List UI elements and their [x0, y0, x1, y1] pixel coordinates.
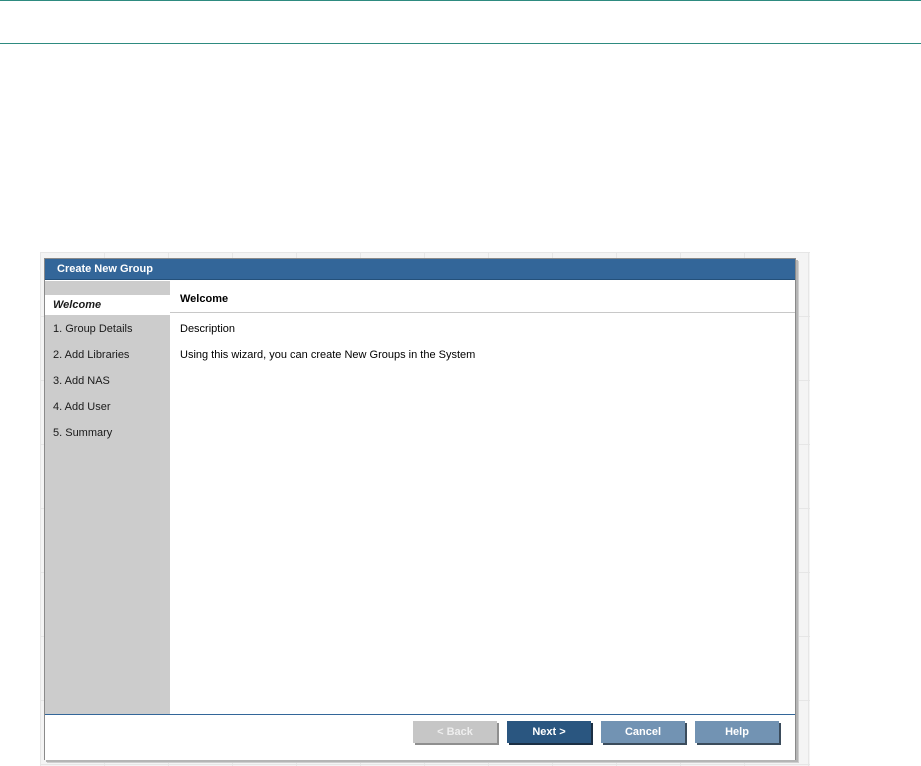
- cancel-button[interactable]: Cancel: [601, 721, 685, 743]
- step-welcome[interactable]: Welcome: [45, 295, 170, 315]
- dialog-title: Create New Group: [45, 259, 795, 280]
- header-rule: [0, 43, 921, 44]
- step-add-user[interactable]: 4. Add User: [45, 397, 170, 417]
- step-summary[interactable]: 5. Summary: [45, 423, 170, 443]
- wizard-content-panel: Welcome Description Using this wizard, y…: [170, 281, 795, 714]
- create-group-wizard-dialog: Create New Group Welcome 1. Group Detail…: [44, 258, 796, 760]
- content-divider: [170, 312, 795, 313]
- step-add-libraries[interactable]: 2. Add Libraries: [45, 345, 170, 365]
- description-text: Using this wizard, you can create New Gr…: [180, 349, 476, 361]
- back-button[interactable]: < Back: [413, 721, 497, 743]
- top-rule: [0, 0, 921, 1]
- step-add-nas[interactable]: 3. Add NAS: [45, 371, 170, 391]
- page: Create New Group Welcome 1. Group Detail…: [0, 0, 921, 766]
- wizard-steps-sidebar: Welcome 1. Group Details 2. Add Librarie…: [45, 281, 170, 714]
- next-button[interactable]: Next >: [507, 721, 591, 743]
- description-label: Description: [180, 323, 236, 335]
- wizard-footer: < Back Next > Cancel Help: [45, 714, 795, 760]
- content-title: Welcome: [180, 293, 229, 305]
- step-group-details[interactable]: 1. Group Details: [45, 319, 170, 339]
- help-button[interactable]: Help: [695, 721, 779, 743]
